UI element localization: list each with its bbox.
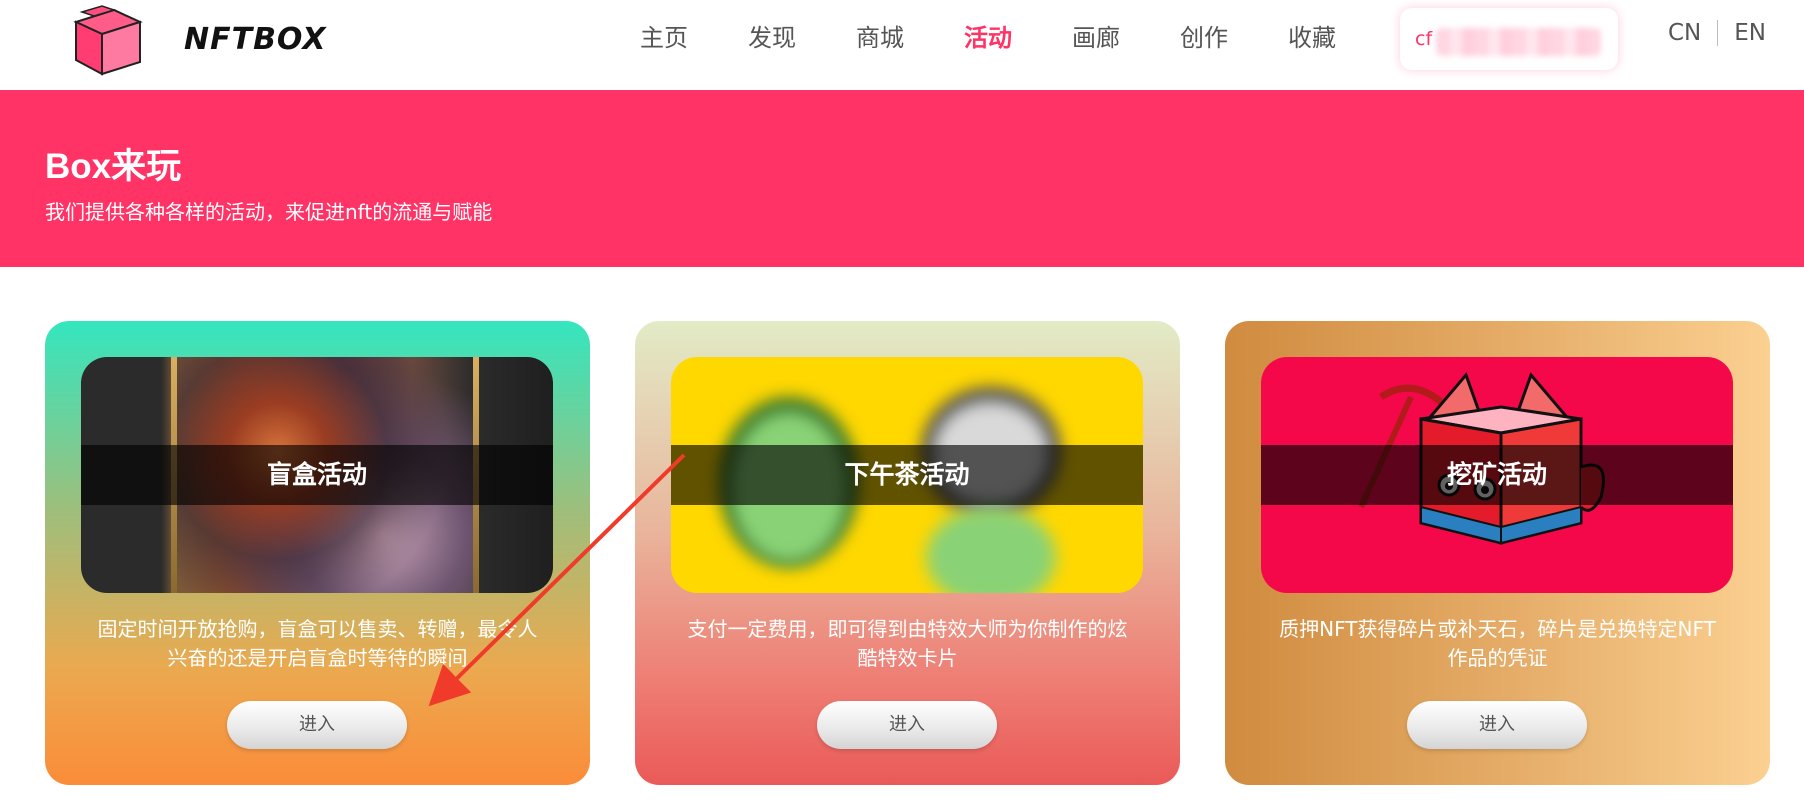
nav-item-mall[interactable]: 商城 xyxy=(826,18,934,58)
card-title: 下午茶活动 xyxy=(844,460,970,489)
card-title: 盲盒活动 xyxy=(266,460,367,489)
card-description-line: 质押NFT获得碎片或补天石，碎片是兑换特定NFT xyxy=(1279,617,1716,641)
blind-box-image[interactable]: 盲盒活动 xyxy=(81,357,553,593)
page-title: Box来玩 xyxy=(45,147,182,186)
lang-cn-option[interactable]: CN xyxy=(1668,20,1701,46)
card-description-line: 固定时间开放抢购，盲盒可以售卖、转赠，最令人 xyxy=(97,617,538,641)
card-description-line: 支付一定费用，即可得到由特效大师为你制作的炫 xyxy=(687,617,1128,641)
mining-image[interactable]: 挖矿活动 xyxy=(1261,357,1733,593)
nav-item-discover[interactable]: 发现 xyxy=(718,18,826,58)
nav-item-home[interactable]: 主页 xyxy=(610,18,718,58)
nav-item-collection[interactable]: 收藏 xyxy=(1258,18,1366,58)
card-description: 质押NFT获得碎片或补天石，碎片是兑换特定NFT 作品的凭证 xyxy=(1255,615,1740,673)
lang-en-option[interactable]: EN xyxy=(1734,20,1766,46)
wallet-address-prefix: cf xyxy=(1415,28,1433,50)
nftbox-logo[interactable]: NFTBOX xyxy=(72,4,326,78)
cat-figure-right-body xyxy=(926,507,1056,593)
page-subtitle: 我们提供各种各样的活动，来促进nft的流通与赋能 xyxy=(45,200,493,224)
enter-button[interactable]: 进入 xyxy=(227,701,407,749)
nav-item-activity[interactable]: 活动 xyxy=(934,18,1042,58)
card-description: 固定时间开放抢购，盲盒可以售卖、转赠，最令人 兴奋的还是开启盲盒时等待的瞬间 xyxy=(75,615,560,673)
afternoon-tea-activity-card: 下午茶活动 支付一定费用，即可得到由特效大师为你制作的炫 酷特效卡片 进入 xyxy=(635,321,1180,785)
card-description: 支付一定费用，即可得到由特效大师为你制作的炫 酷特效卡片 xyxy=(665,615,1150,673)
lang-divider xyxy=(1717,20,1719,46)
language-switcher: CN EN xyxy=(1668,20,1766,46)
wallet-address-button[interactable]: cf xyxy=(1400,8,1618,70)
wallet-address-blurred xyxy=(1436,28,1601,56)
main-nav: 主页 发现 商城 活动 画廊 创作 收藏 xyxy=(610,18,1366,58)
enter-button[interactable]: 进入 xyxy=(817,701,997,749)
page: NFTBOX 主页 发现 商城 活动 画廊 创作 收藏 cf CN EN Box… xyxy=(0,0,1804,804)
logo-text: NFTBOX xyxy=(184,22,327,57)
enter-button[interactable]: 进入 xyxy=(1407,701,1587,749)
nav-item-create[interactable]: 创作 xyxy=(1150,18,1258,58)
nav-item-gallery[interactable]: 画廊 xyxy=(1042,18,1150,58)
card-title: 挖矿活动 xyxy=(1446,460,1547,489)
card-description-line: 酷特效卡片 xyxy=(857,646,958,670)
card-description-line: 兴奋的还是开启盲盒时等待的瞬间 xyxy=(167,646,468,670)
card-description-line: 作品的凭证 xyxy=(1447,646,1548,670)
blind-box-activity-card: 盲盒活动 固定时间开放抢购，盲盒可以售卖、转赠，最令人 兴奋的还是开启盲盒时等待… xyxy=(45,321,590,785)
afternoon-tea-image[interactable]: 下午茶活动 xyxy=(671,357,1143,593)
top-header: NFTBOX 主页 发现 商城 活动 画廊 创作 收藏 cf CN EN xyxy=(0,0,1804,90)
page-banner: Box来玩 我们提供各种各样的活动，来促进nft的流通与赋能 xyxy=(0,90,1804,267)
mining-activity-card: 挖矿活动 质押NFT获得碎片或补天石，碎片是兑换特定NFT 作品的凭证 进入 xyxy=(1225,321,1770,785)
